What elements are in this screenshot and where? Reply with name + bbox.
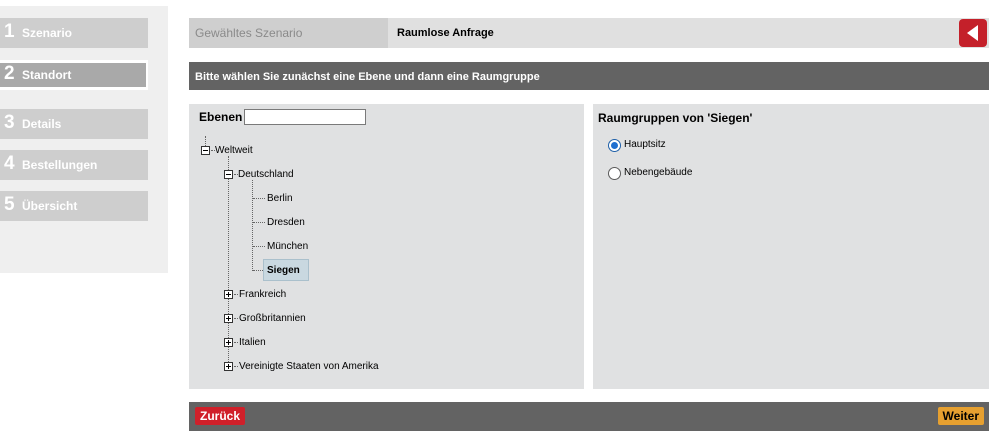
step-label: Standort <box>22 68 72 82</box>
step-label: Szenario <box>22 26 73 40</box>
step-number: 5 <box>4 194 15 215</box>
expand-toggle-icon[interactable] <box>224 314 233 323</box>
level-search-input[interactable] <box>244 109 366 125</box>
step-number: 1 <box>4 21 15 42</box>
levels-panel: Ebenen Weltweit Deutschland Berlin Dresd… <box>189 104 584 389</box>
tree-connector <box>253 246 265 247</box>
back-button[interactable]: Zurück <box>195 407 246 425</box>
radio-label[interactable]: Nebengebäude <box>624 167 692 178</box>
chevron-left-icon <box>967 25 978 41</box>
scenario-value: Raumlose Anfrage <box>397 27 494 39</box>
tree-connector <box>253 270 263 271</box>
tree-connector <box>205 136 206 146</box>
tree-node-country[interactable]: Vereinigte Staaten von Amerika <box>239 361 379 372</box>
expand-toggle-icon[interactable] <box>224 338 233 347</box>
tree-node-country[interactable]: Großbritannien <box>239 313 306 324</box>
step-label: Übersicht <box>22 199 78 213</box>
step-standort[interactable]: 2 Standort <box>0 60 148 90</box>
radio-label[interactable]: Hauptsitz <box>624 139 666 150</box>
step-sidebar: 1 Szenario 2 Standort 3 Details 4 Bestel… <box>0 6 168 273</box>
tree-node-selected[interactable]: Siegen <box>263 259 309 281</box>
tree-connector <box>234 318 238 319</box>
step-number: 2 <box>4 63 15 84</box>
tree-node-country[interactable]: Italien <box>239 337 266 348</box>
tree-connector <box>234 342 238 343</box>
tree-connector <box>234 366 238 367</box>
tree-connector <box>228 156 229 366</box>
radio-nebengebaeude[interactable] <box>608 167 621 180</box>
room-groups-title: Raumgruppen von 'Siegen' <box>598 111 753 125</box>
expand-toggle-icon[interactable] <box>224 290 233 299</box>
step-szenario[interactable]: 1 Szenario <box>0 18 148 48</box>
step-label: Details <box>22 117 62 131</box>
tree-connector <box>253 198 265 199</box>
tree-node-city[interactable]: München <box>267 241 308 252</box>
tree-connector <box>252 180 253 271</box>
expand-toggle-icon[interactable] <box>224 362 233 371</box>
next-button[interactable]: Weiter <box>937 407 984 425</box>
tree-connector <box>253 222 265 223</box>
collapse-toggle-icon[interactable] <box>224 170 233 179</box>
radio-hauptsitz[interactable] <box>608 139 621 152</box>
step-number: 4 <box>4 153 15 174</box>
step-number: 3 <box>4 112 15 133</box>
tree-node-deutschland[interactable]: Deutschland <box>238 169 294 180</box>
levels-title: Ebenen <box>199 110 243 124</box>
back-arrow-button[interactable] <box>959 19 987 47</box>
instruction-bar: Bitte wählen Sie zunächst eine Ebene und… <box>189 62 989 90</box>
scenario-bar: Gewähltes Szenario Raumlose Anfrage <box>189 18 989 48</box>
room-groups-panel: Raumgruppen von 'Siegen' Hauptsitz Neben… <box>593 104 989 389</box>
step-uebersicht[interactable]: 5 Übersicht <box>0 191 148 221</box>
step-bestellungen[interactable]: 4 Bestellungen <box>0 150 148 180</box>
tree-connector <box>234 294 238 295</box>
step-label: Bestellungen <box>22 158 98 172</box>
tree-node-city[interactable]: Berlin <box>267 193 293 204</box>
scenario-label: Gewähltes Szenario <box>189 18 388 48</box>
step-details[interactable]: 3 Details <box>0 109 148 139</box>
tree-node-city[interactable]: Dresden <box>267 217 305 228</box>
navigation-bar: Zurück Weiter <box>189 402 989 431</box>
tree-node-weltweit[interactable]: Weltweit <box>215 145 253 156</box>
collapse-toggle-icon[interactable] <box>201 146 210 155</box>
tree-node-country[interactable]: Frankreich <box>239 289 286 300</box>
